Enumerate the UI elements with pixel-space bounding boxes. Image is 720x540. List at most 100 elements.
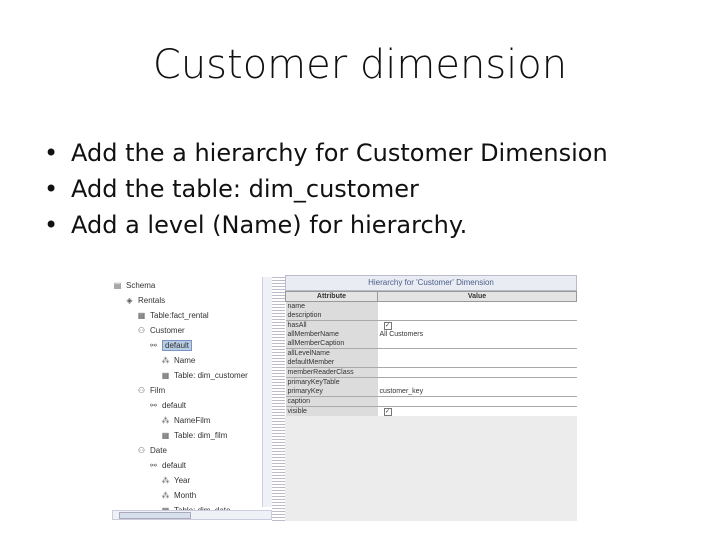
schema-workbench-screenshot: ▤ Schema ◈ Rentals ▦ Table:fact_rental ⚇ Custom… bbox=[110, 275, 577, 521]
panel-title: Hierarchy for 'Customer' Dimension bbox=[285, 275, 577, 291]
attribute-value[interactable]: customer_key bbox=[378, 387, 577, 397]
attribute-name: name bbox=[285, 301, 378, 311]
attribute-name: allLevelName bbox=[285, 348, 378, 358]
tree-node[interactable]: ⚇ Film bbox=[137, 384, 165, 397]
attribute-value[interactable] bbox=[378, 339, 577, 349]
attribute-name: description bbox=[285, 311, 378, 321]
bullet-item: • Add the a hierarchy for Customer Dimens… bbox=[44, 139, 608, 167]
tree-node[interactable]: ▦ Table: dim_customer bbox=[161, 369, 248, 382]
tree-node[interactable]: ⚯ default bbox=[149, 399, 186, 412]
dimension-icon: ⚇ bbox=[137, 446, 146, 456]
tree-node-label: Customer bbox=[150, 326, 185, 335]
tree-node[interactable]: ⚇ Date bbox=[137, 444, 167, 457]
table-icon: ▦ bbox=[137, 311, 146, 321]
table-row[interactable]: primaryKeyTable bbox=[285, 377, 577, 387]
level-icon: ⁂ bbox=[161, 356, 170, 366]
schema-tree[interactable]: ▤ Schema ◈ Rentals ▦ Table:fact_rental ⚇ Custom… bbox=[110, 275, 272, 510]
attribute-value[interactable]: ✓ bbox=[377, 320, 577, 330]
attribute-name: primaryKeyTable bbox=[285, 377, 378, 387]
bullet-text: Add the table: dim_customer bbox=[71, 175, 419, 203]
attribute-value[interactable] bbox=[378, 311, 577, 321]
checkbox-checked-icon[interactable]: ✓ bbox=[383, 322, 392, 330]
attribute-value[interactable] bbox=[377, 396, 577, 407]
attribute-name: memberReaderClass bbox=[285, 367, 378, 378]
tree-node[interactable]: ▦ Table: dim_film bbox=[161, 429, 228, 442]
bullet-text: Add the a hierarchy for Customer Dimensi… bbox=[71, 139, 608, 167]
table-row[interactable]: defaultMember bbox=[285, 358, 577, 368]
table-icon: ▦ bbox=[161, 371, 170, 381]
attribute-name: caption bbox=[285, 396, 378, 407]
tree-node-label: Schema bbox=[126, 281, 156, 290]
tree-node[interactable]: ⚇ Customer bbox=[137, 324, 185, 337]
tree-node-label: Date bbox=[150, 446, 167, 455]
attribute-value[interactable] bbox=[377, 348, 577, 358]
hierarchy-icon: ⚯ bbox=[150, 461, 157, 471]
dimension-icon: ⚇ bbox=[137, 386, 146, 396]
level-icon: ⁂ bbox=[161, 416, 170, 426]
table-row[interactable]: allLevelName bbox=[285, 348, 577, 358]
tree-node-label: Rentals bbox=[138, 296, 166, 305]
tree-node-label: Table:fact_rental bbox=[150, 311, 209, 320]
tree-node-label: default bbox=[162, 340, 193, 351]
bullet-item: • Add a level (Name) for hierarchy. bbox=[44, 211, 468, 239]
cube-icon: ◈ bbox=[126, 296, 133, 306]
table-icon: ▦ bbox=[161, 431, 170, 441]
slide-title: Customer dimension bbox=[152, 42, 568, 88]
tree-node[interactable]: ⁂ Name bbox=[161, 354, 196, 367]
tree-node[interactable]: ⁂ Year bbox=[161, 474, 191, 487]
schema-icon: ▤ bbox=[113, 281, 122, 291]
attribute-name: allMemberCaption bbox=[285, 339, 378, 349]
tree-node[interactable]: ⁂ NameFilm bbox=[161, 414, 211, 427]
tree-node[interactable]: ▤ Schema bbox=[113, 279, 156, 292]
tree-node[interactable]: ◈ Rentals bbox=[125, 294, 165, 307]
dimension-icon: ⚇ bbox=[137, 326, 146, 336]
tree-node[interactable]: ▦ Table:fact_rental bbox=[137, 309, 209, 322]
tree-node[interactable]: ⁂ Month bbox=[161, 489, 197, 502]
attribute-table: Attribute Value name description hasAll ✓ all… bbox=[285, 291, 577, 416]
checkbox-checked-icon[interactable]: ✓ bbox=[383, 408, 392, 416]
tree-node-label: Film bbox=[150, 386, 166, 395]
table-row[interactable]: visible ✓ bbox=[285, 406, 577, 416]
tree-node-label: Table: dim_customer bbox=[174, 371, 248, 380]
tree-vertical-scrollbar[interactable] bbox=[262, 277, 272, 507]
tree-node[interactable]: ⚯ default bbox=[149, 459, 186, 472]
table-row[interactable]: allMemberName All Customers bbox=[285, 330, 577, 339]
attribute-value[interactable] bbox=[378, 358, 577, 368]
tree-node[interactable]: ⚯ default bbox=[149, 339, 193, 352]
value-text: All Customers bbox=[379, 331, 424, 338]
tree-node-label: Table: dim_film bbox=[174, 431, 228, 440]
properties-panel: Hierarchy for 'Customer' Dimension Attri… bbox=[285, 275, 577, 521]
value-text: customer_key bbox=[379, 388, 424, 395]
table-row[interactable]: name bbox=[285, 301, 577, 312]
tree-node-label: default bbox=[162, 461, 187, 470]
bullet-list: • Add the a hierarchy for Customer Dimens… bbox=[44, 135, 608, 243]
table-row[interactable]: caption bbox=[285, 396, 577, 407]
table-row[interactable]: description bbox=[285, 311, 577, 321]
hierarchy-icon: ⚯ bbox=[150, 401, 157, 411]
table-row[interactable]: memberReaderClass bbox=[285, 367, 577, 378]
table-row[interactable]: hasAll ✓ bbox=[285, 320, 577, 330]
table-row[interactable]: primaryKey customer_key bbox=[285, 387, 577, 397]
tree-horizontal-scrollbar[interactable] bbox=[112, 510, 272, 520]
col-attribute: Attribute bbox=[285, 291, 378, 302]
level-icon: ⁂ bbox=[161, 476, 170, 486]
attribute-value[interactable]: ✓ bbox=[377, 406, 577, 416]
attribute-name: visible bbox=[285, 406, 378, 416]
hierarchy-icon: ⚯ bbox=[150, 341, 157, 351]
attribute-value[interactable] bbox=[378, 302, 577, 312]
split-pane-divider[interactable] bbox=[272, 275, 285, 521]
tree-node-label: Year bbox=[174, 476, 191, 485]
attribute-value[interactable] bbox=[377, 367, 577, 378]
attribute-value[interactable] bbox=[377, 377, 577, 387]
col-value: Value bbox=[377, 291, 577, 302]
tree-node-label: NameFilm bbox=[174, 416, 211, 425]
level-icon: ⁂ bbox=[161, 491, 170, 501]
attribute-name: allMemberName bbox=[285, 330, 378, 339]
attribute-name: hasAll bbox=[285, 320, 378, 330]
attribute-name: defaultMember bbox=[285, 358, 378, 368]
tree-node-label: Name bbox=[174, 356, 196, 365]
attribute-value[interactable]: All Customers bbox=[378, 330, 577, 339]
bullet-text: Add a level (Name) for hierarchy. bbox=[71, 211, 468, 239]
scroll-thumb[interactable] bbox=[119, 512, 191, 519]
table-row[interactable]: allMemberCaption bbox=[285, 339, 577, 349]
